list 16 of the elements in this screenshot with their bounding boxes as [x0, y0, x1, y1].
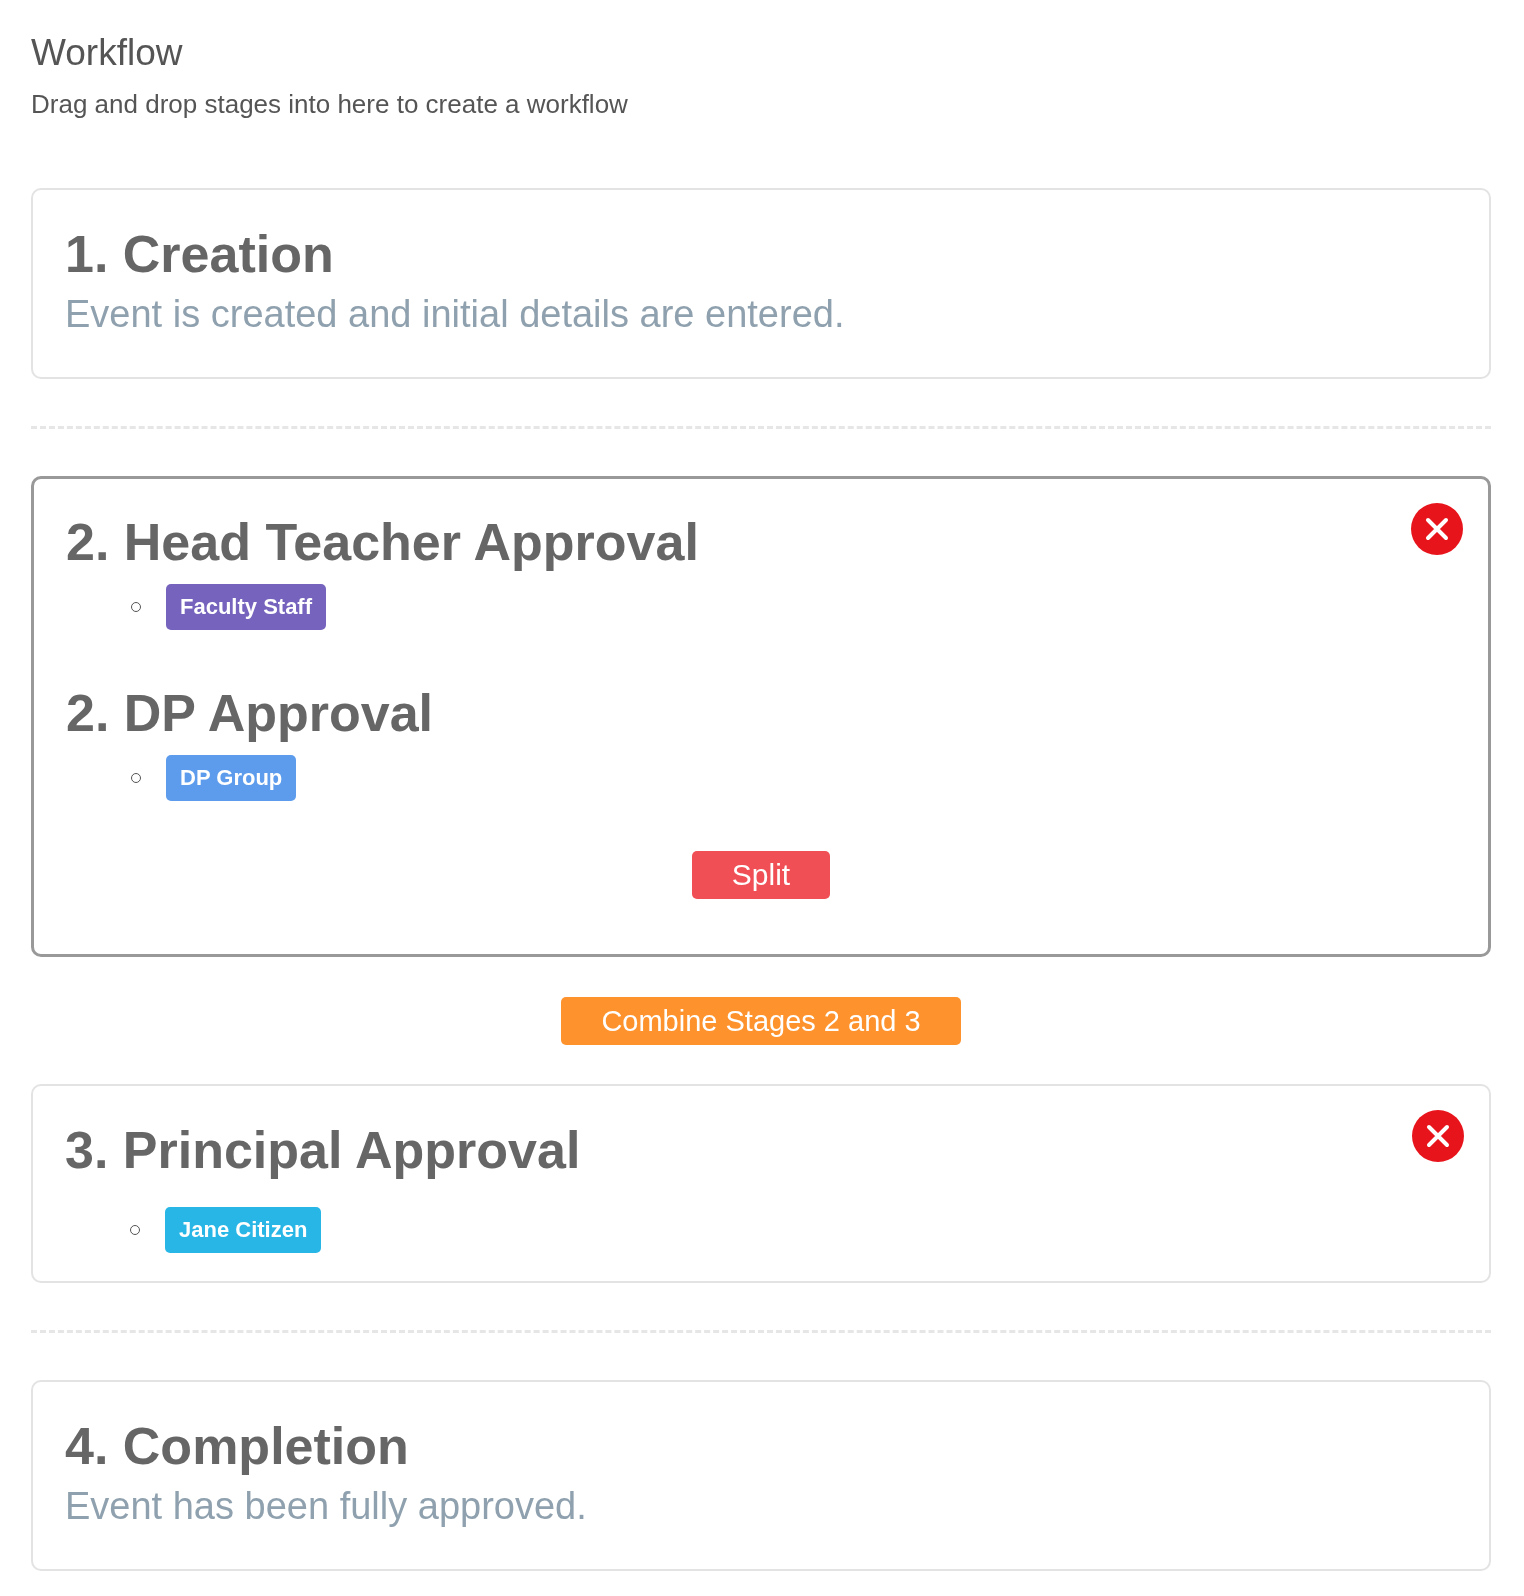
split-button[interactable]: Split: [691, 851, 831, 899]
assignee-tag: Jane Citizen: [165, 1207, 322, 1253]
stage-title: 2. DP Approval: [66, 683, 433, 744]
page-subtitle: Drag and drop stages into here to create a workflow: [31, 88, 629, 121]
stage-description: Event has been fully approved.: [65, 1484, 587, 1529]
assignee-tag: DP Group: [166, 755, 297, 801]
close-icon[interactable]: [1412, 1110, 1464, 1162]
stage-title: 1. Creation: [65, 224, 334, 285]
assignee-tag: Faculty Staff: [166, 584, 327, 630]
stage-title: 2. Head Teacher Approval: [66, 512, 699, 573]
combine-button[interactable]: Combine Stages 2 and 3: [561, 997, 961, 1045]
stage-description: Event is created and initial details are entered.: [65, 292, 845, 337]
close-icon[interactable]: [1411, 503, 1463, 555]
stage-title: 3. Principal Approval: [65, 1120, 581, 1181]
stage-title: 4. Completion: [65, 1416, 409, 1477]
page-title: Workflow: [31, 31, 184, 75]
